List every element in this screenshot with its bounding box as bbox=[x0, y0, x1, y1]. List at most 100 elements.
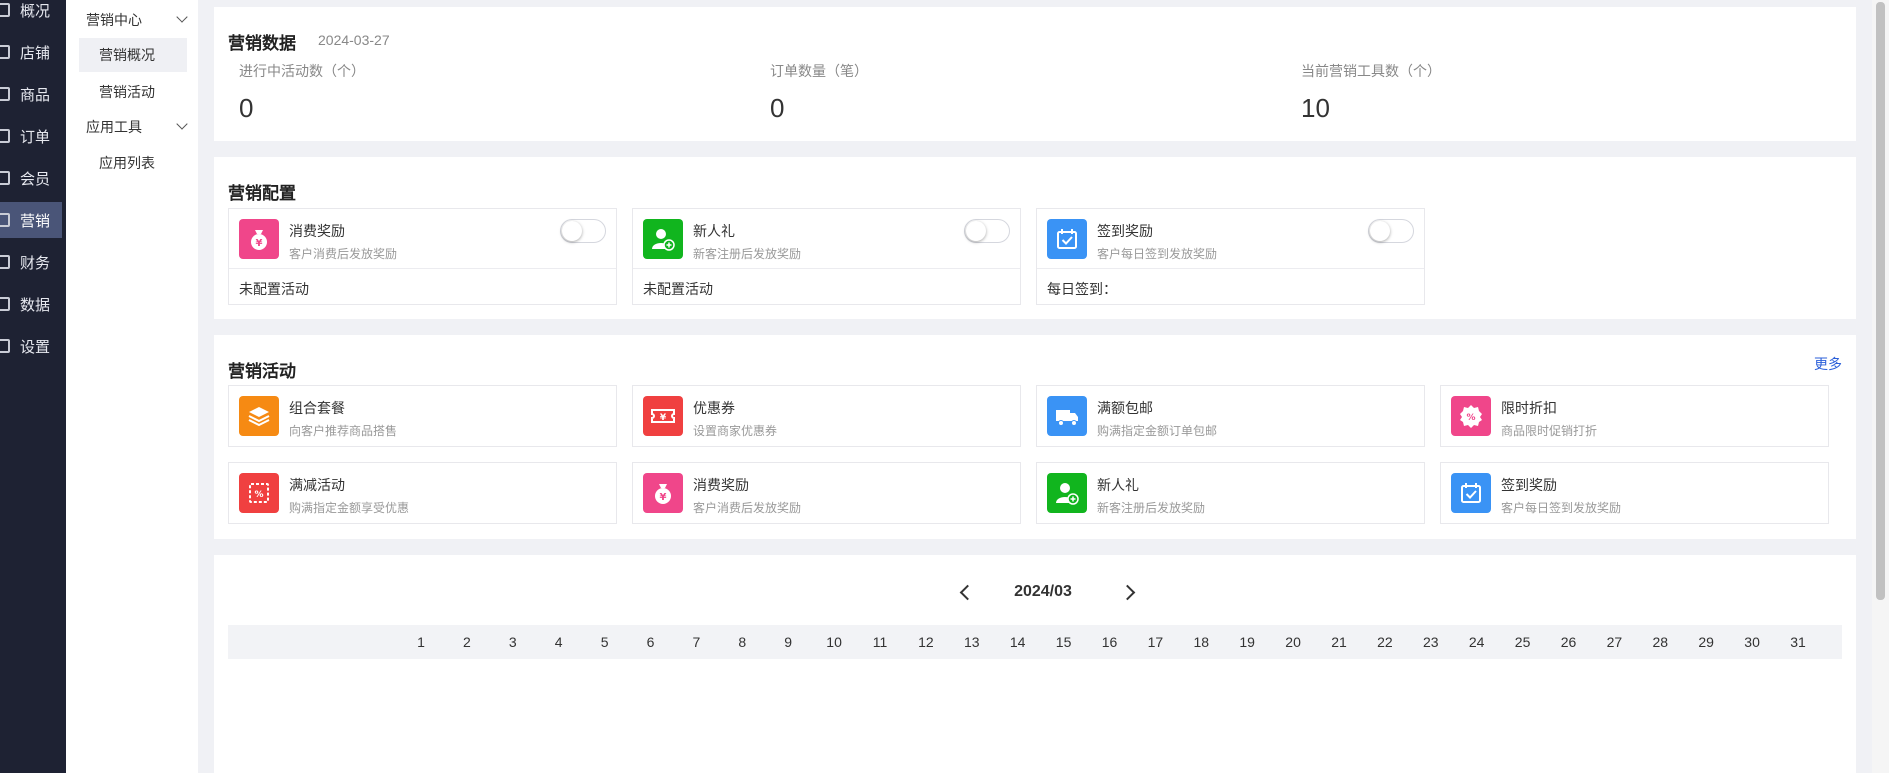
card-name: 满减活动 bbox=[289, 477, 345, 493]
stat-order-count: 订单数量（笔） 0 bbox=[770, 61, 1270, 124]
card-desc: 客户每日签到发放奖励 bbox=[1501, 501, 1622, 515]
card-desc: 购满指定金额订单包邮 bbox=[1097, 424, 1218, 438]
new-user-gift-toggle[interactable] bbox=[964, 219, 1010, 243]
card-desc: 向客户推荐商品搭售 bbox=[289, 424, 398, 438]
main-nav: 概况 店铺 商品 订单 会员 营销 财务 数据 设置 bbox=[0, 0, 66, 773]
calendar-day: 27 bbox=[1606, 634, 1623, 650]
chevron-down-icon bbox=[176, 11, 188, 23]
subnav-group-app-tools[interactable]: 应用工具 bbox=[86, 115, 188, 139]
calendar-day: 6 bbox=[646, 634, 655, 650]
calendar-day: 20 bbox=[1285, 634, 1301, 650]
chevron-left-icon[interactable] bbox=[959, 584, 976, 601]
subnav-item-app-list[interactable]: 应用列表 bbox=[79, 146, 187, 180]
calendar-day: 18 bbox=[1193, 634, 1210, 650]
nav-item-settings[interactable]: 设置 bbox=[0, 328, 62, 364]
calendar-day: 22 bbox=[1377, 634, 1393, 650]
calendar-day: 7 bbox=[692, 634, 701, 650]
subnav-group-label: 应用工具 bbox=[86, 119, 142, 135]
card-desc: 新客注册后发放奖励 bbox=[693, 247, 802, 261]
calendar-day: 21 bbox=[1331, 634, 1347, 650]
activity-card-coupon[interactable]: ¥ 优惠券 设置商家优惠券 bbox=[632, 385, 1021, 447]
calendar-day: 4 bbox=[554, 634, 563, 650]
subnav-item-marketing-activities[interactable]: 营销活动 bbox=[79, 75, 187, 109]
calendar-day: 12 bbox=[918, 634, 934, 650]
toggle-knob bbox=[562, 221, 582, 241]
config-card-checkin-reward[interactable]: 签到奖励 客户每日签到发放奖励 每日签到： bbox=[1036, 208, 1425, 305]
subnav-group-marketing-center[interactable]: 营销中心 bbox=[86, 8, 188, 32]
chevron-right-icon[interactable] bbox=[1119, 584, 1136, 601]
store-icon bbox=[0, 45, 10, 59]
marketing-activities-panel: 营销活动 更多 组合套餐 向客户推荐商品搭售 ¥ 优惠券 设置商家优惠券 满额包… bbox=[214, 335, 1856, 539]
svg-text:%: % bbox=[254, 490, 263, 500]
stats-date: 2024-03-27 bbox=[318, 32, 390, 48]
scrollbar-thumb[interactable] bbox=[1876, 2, 1885, 600]
svg-text:¥: ¥ bbox=[256, 238, 263, 249]
activity-card-combo-package[interactable]: 组合套餐 向客户推荐商品搭售 bbox=[228, 385, 617, 447]
subnav-item-marketing-overview[interactable]: 营销概况 bbox=[79, 38, 187, 72]
config-card-consume-reward[interactable]: ¥ 消费奖励 客户消费后发放奖励 未配置活动 bbox=[228, 208, 617, 305]
card-status: 未配置活动 bbox=[239, 281, 309, 297]
card-desc: 客户消费后发放奖励 bbox=[289, 247, 398, 261]
consume-reward-toggle[interactable] bbox=[560, 219, 606, 243]
activity-card-full-reduction[interactable]: % 满减活动 购满指定金额享受优惠 bbox=[228, 462, 617, 524]
stat-value: 0 bbox=[770, 93, 785, 123]
checkin-reward-toggle[interactable] bbox=[1368, 219, 1414, 243]
nav-item-members[interactable]: 会员 bbox=[0, 160, 62, 196]
nav-item-data[interactable]: 数据 bbox=[0, 286, 62, 322]
calendar-day: 9 bbox=[784, 634, 793, 650]
stat-tool-count: 当前营销工具数（个） 10 bbox=[1301, 61, 1801, 124]
chevron-down-icon bbox=[176, 118, 188, 130]
discount-badge-icon: % bbox=[1451, 396, 1491, 436]
calendar-day: 19 bbox=[1239, 634, 1255, 650]
stat-label: 订单数量（笔） bbox=[770, 63, 868, 79]
calendar-day: 28 bbox=[1652, 634, 1669, 650]
stat-value: 10 bbox=[1301, 93, 1330, 123]
marketing-stats-panel: 营销数据 2024-03-27 进行中活动数（个） 0 订单数量（笔） 0 当前… bbox=[214, 7, 1856, 141]
layers-icon bbox=[239, 396, 279, 436]
stat-label: 当前营销工具数（个） bbox=[1301, 63, 1441, 79]
nav-item-goods[interactable]: 商品 bbox=[0, 76, 62, 112]
activity-card-consume-reward[interactable]: ¥ 消费奖励 客户消费后发放奖励 bbox=[632, 462, 1021, 524]
activity-calendar-panel: 2024/03 1 2 3 4 5 6 7 8 9 10 11 12 13 14 15 16 17 18 19 20 2… bbox=[214, 555, 1856, 773]
config-card-new-user-gift[interactable]: 新人礼 新客注册后发放奖励 未配置活动 bbox=[632, 208, 1021, 305]
card-desc: 客户每日签到发放奖励 bbox=[1097, 247, 1218, 261]
finance-icon bbox=[0, 255, 10, 269]
calendar-day: 2 bbox=[462, 634, 471, 650]
calendar-check-icon bbox=[1047, 219, 1087, 259]
nav-item-finance[interactable]: 财务 bbox=[0, 244, 62, 280]
card-desc: 购满指定金额享受优惠 bbox=[289, 501, 410, 515]
new-user-icon bbox=[643, 219, 683, 259]
percent-ticket-icon: % bbox=[239, 473, 279, 513]
nav-item-label: 数据 bbox=[20, 296, 51, 314]
nav-item-overview[interactable]: 概况 bbox=[0, 0, 62, 28]
activity-card-checkin-reward[interactable]: 签到奖励 客户每日签到发放奖励 bbox=[1440, 462, 1829, 524]
card-name: 新人礼 bbox=[1097, 477, 1139, 493]
calendar-month: 2024/03 bbox=[1014, 583, 1072, 600]
member-icon bbox=[0, 171, 10, 185]
panel-title: 营销数据 bbox=[228, 34, 296, 53]
calendar-day: 16 bbox=[1101, 634, 1118, 650]
card-name: 新人礼 bbox=[693, 223, 735, 239]
activity-card-free-shipping[interactable]: 满额包邮 购满指定金额订单包邮 bbox=[1036, 385, 1425, 447]
card-name: 组合套餐 bbox=[289, 400, 345, 416]
card-desc: 商品限时促销打折 bbox=[1501, 424, 1598, 438]
nav-item-marketing[interactable]: 营销 bbox=[0, 202, 62, 238]
nav-item-store[interactable]: 店铺 bbox=[0, 34, 62, 70]
calendar-day: 14 bbox=[1009, 634, 1026, 650]
money-bag-icon: ¥ bbox=[239, 219, 279, 259]
calendar-day: 25 bbox=[1514, 634, 1531, 650]
subnav-item-label: 营销概况 bbox=[99, 47, 155, 63]
panel-title: 营销配置 bbox=[228, 184, 296, 203]
vertical-scrollbar[interactable] bbox=[1872, 0, 1889, 773]
card-name: 消费奖励 bbox=[289, 223, 345, 239]
svg-text:¥: ¥ bbox=[660, 413, 667, 423]
card-name: 优惠券 bbox=[693, 400, 735, 416]
calendar-day: 1 bbox=[417, 634, 425, 650]
activity-card-limited-discount[interactable]: % 限时折扣 商品限时促销打折 bbox=[1440, 385, 1829, 447]
money-bag-icon: ¥ bbox=[643, 473, 683, 513]
calendar-day: 15 bbox=[1055, 634, 1072, 650]
activity-card-new-user-gift[interactable]: 新人礼 新客注册后发放奖励 bbox=[1036, 462, 1425, 524]
nav-item-label: 概况 bbox=[20, 2, 51, 20]
more-link[interactable]: 更多 bbox=[1814, 354, 1842, 374]
nav-item-orders[interactable]: 订单 bbox=[0, 118, 62, 154]
